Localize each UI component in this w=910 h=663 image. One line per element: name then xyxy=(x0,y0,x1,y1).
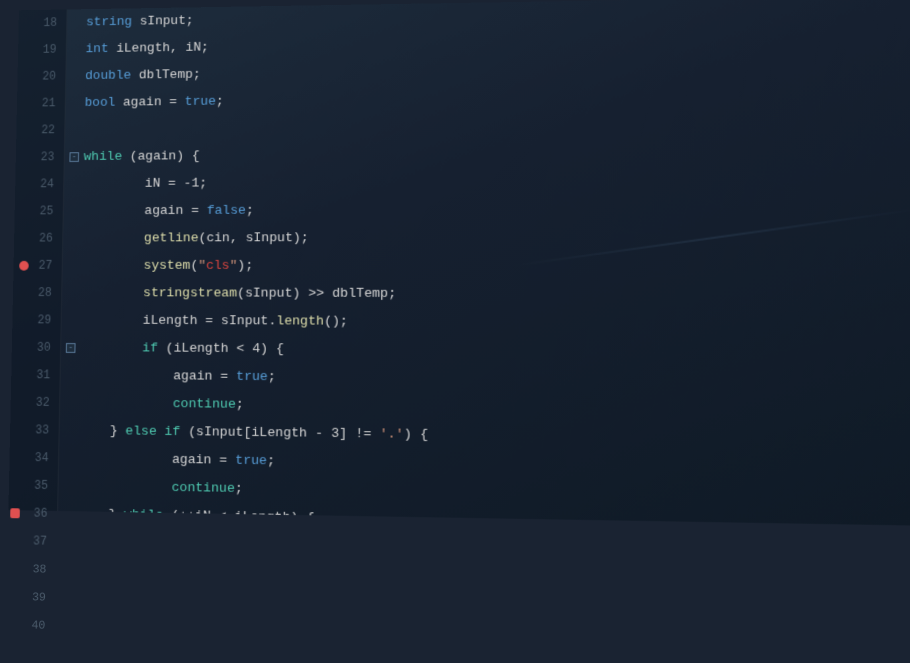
token-kw: continue xyxy=(79,396,236,412)
token-kw2: string xyxy=(86,15,132,30)
token-kw2: bool xyxy=(85,95,116,110)
token-plain: iLength = sInput. xyxy=(81,313,277,329)
code-editor: 1819202122232425262728293031323334353637… xyxy=(8,0,910,526)
token-plain: ; xyxy=(267,454,275,469)
token-plain: again = xyxy=(115,95,185,110)
token-kw: continue xyxy=(78,479,235,496)
token-plain: (sInput) >> dblTemp; xyxy=(237,286,396,301)
line-number-23: 23 xyxy=(16,144,65,171)
token-plain: ); xyxy=(237,258,253,273)
line-number-36: 36 xyxy=(8,499,57,528)
token-plain: ; xyxy=(246,203,254,218)
token-kw: if xyxy=(80,341,158,356)
line-number-20: 20 xyxy=(17,63,65,90)
token-str-inner: cls xyxy=(206,258,230,273)
token-plain: dblTemp; xyxy=(131,67,201,82)
token-plain: again = xyxy=(80,368,237,384)
token-fn: getline xyxy=(82,231,199,246)
token-plain: ) { xyxy=(404,427,428,442)
token-str: '.' xyxy=(379,427,403,442)
token-kw: while xyxy=(124,508,164,524)
line-number-39: 39 xyxy=(6,583,55,612)
line-number-33: 33 xyxy=(10,416,59,444)
line-number-34: 34 xyxy=(9,444,58,472)
token-plain: again = xyxy=(83,204,207,219)
token-bool: true xyxy=(235,453,267,468)
token-fn: system xyxy=(82,258,191,273)
token-kw2: double xyxy=(85,68,131,83)
line-number-26: 26 xyxy=(14,225,63,252)
token-fn: stringstream xyxy=(81,286,237,301)
code-line-28: stringstream(sInput) >> dblTemp; xyxy=(81,279,903,309)
line-number-29: 29 xyxy=(12,307,61,335)
line-number-22: 22 xyxy=(16,117,64,144)
token-plain: iN = -1; xyxy=(83,176,207,191)
line-number-37: 37 xyxy=(7,527,56,556)
line-number-21: 21 xyxy=(17,90,65,117)
line-number-28: 28 xyxy=(13,279,62,306)
token-plain: (); xyxy=(324,314,348,329)
line-number-25: 25 xyxy=(14,198,63,225)
code-line-25: again = false; xyxy=(82,194,901,224)
token-str: " xyxy=(229,258,237,273)
fold-icon[interactable]: - xyxy=(69,152,79,162)
token-bool: true xyxy=(185,94,216,109)
token-plain: ; xyxy=(216,94,224,109)
token-plain: (++iN < iLength) { xyxy=(163,508,314,526)
code-line-29: iLength = sInput.length(); xyxy=(80,307,903,339)
token-plain: again = xyxy=(78,451,235,468)
line-number-19: 19 xyxy=(18,36,66,63)
token-bool: true xyxy=(236,369,268,384)
code-line-24: iN = -1; xyxy=(83,166,901,198)
token-plain: (again) { xyxy=(122,149,200,164)
code-line-27: system("cls"); xyxy=(81,252,902,281)
line-number-30: 30 xyxy=(12,334,61,362)
token-fn: length xyxy=(276,314,324,329)
token-str: " xyxy=(198,258,206,273)
token-plain: (cin, sInput); xyxy=(198,231,308,246)
token-kw2: int xyxy=(86,42,109,57)
token-plain: ; xyxy=(235,481,243,496)
line-number-38: 38 xyxy=(7,555,56,584)
line-number-27: 27 xyxy=(13,252,62,279)
fold-icon[interactable]: - xyxy=(66,343,76,353)
line-number-24: 24 xyxy=(15,171,64,198)
token-kw: else if xyxy=(125,424,180,440)
token-bool: false xyxy=(207,203,246,218)
token-plain: sInput; xyxy=(132,14,194,29)
line-number-31: 31 xyxy=(11,361,60,389)
line-number-32: 32 xyxy=(10,389,59,417)
token-plain: } xyxy=(79,423,126,438)
code-line-26: getline(cin, sInput); xyxy=(82,223,902,252)
token-plain: ; xyxy=(236,397,244,412)
code-content: string sInput; int iLength, iN; double dbl… xyxy=(58,0,910,526)
token-plain: ( xyxy=(190,258,198,273)
token-plain: ; xyxy=(268,370,276,385)
token-plain: (iLength < 4) { xyxy=(158,341,284,357)
token-plain: iLength, iN; xyxy=(108,40,208,56)
token-plain: (sInput[iLength - 3] != xyxy=(180,425,379,442)
line-number-18: 18 xyxy=(18,9,66,36)
line-number-35: 35 xyxy=(9,472,58,501)
line-number-40: 40 xyxy=(6,611,55,640)
token-kw: while xyxy=(84,150,123,165)
